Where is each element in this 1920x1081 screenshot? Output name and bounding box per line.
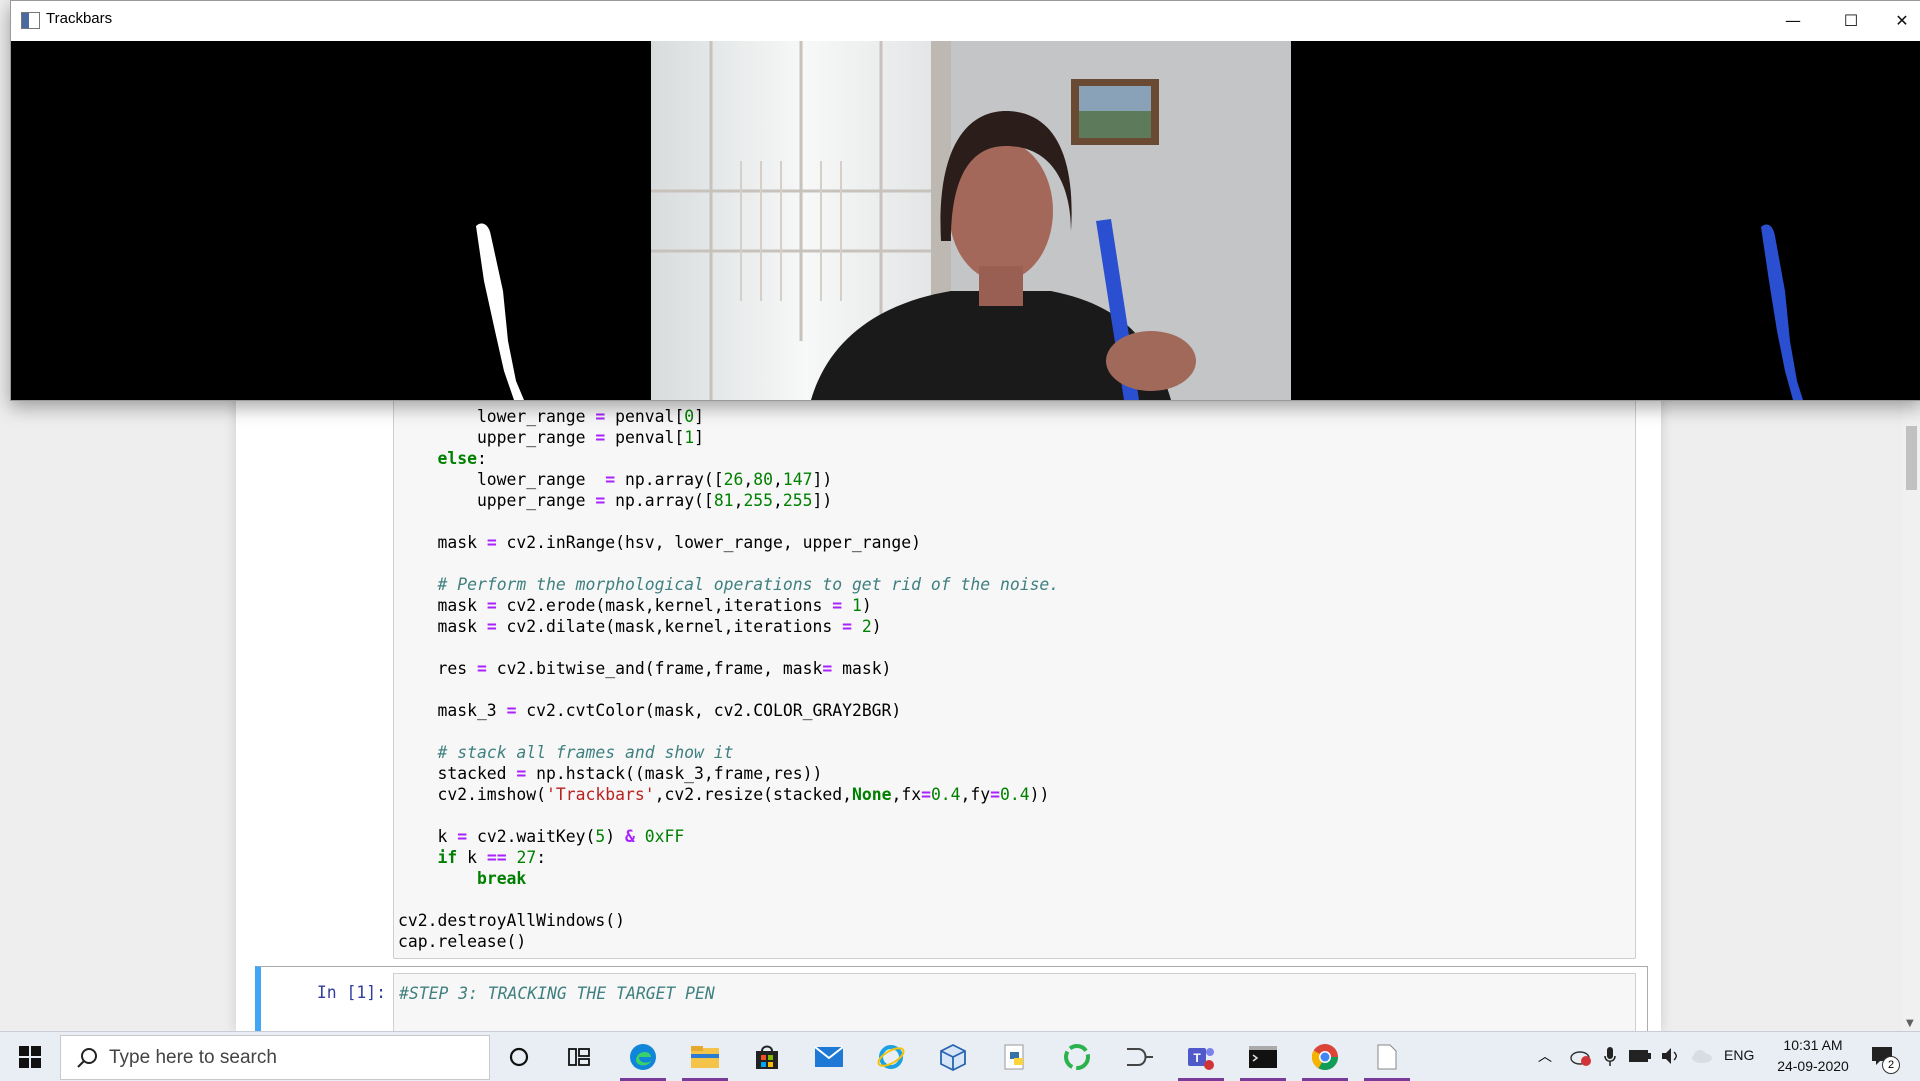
minimize-button[interactable]: — bbox=[1764, 1, 1822, 40]
code-cell-input[interactable]: lower_range = penval[0] upper_range = pe… bbox=[393, 398, 1636, 959]
taskbar-edge[interactable] bbox=[614, 1032, 672, 1081]
svg-text:T: T bbox=[1193, 1051, 1201, 1065]
taskbar-green-app[interactable] bbox=[1048, 1032, 1106, 1081]
code-line: cv2.imshow('Trackbars',cv2.resize(stacke… bbox=[398, 785, 1050, 804]
taskbar-search-box[interactable]: Type here to search bbox=[60, 1035, 490, 1080]
code-line: mask = cv2.inRange(hsv, lower_range, upp… bbox=[398, 533, 922, 552]
taskbar-internet-explorer[interactable] bbox=[862, 1032, 920, 1081]
show-hidden-icons-chevron-icon[interactable]: ︿ bbox=[1538, 1046, 1552, 1066]
camera-panel bbox=[651, 41, 1291, 400]
teams-icon: T bbox=[1188, 1047, 1214, 1070]
code-line: res = cv2.bitwise_and(frame,frame, mask=… bbox=[398, 659, 892, 678]
taskbar-chrome[interactable] bbox=[1296, 1032, 1354, 1081]
terminal-icon bbox=[1249, 1045, 1277, 1068]
python-file-icon bbox=[1004, 1044, 1024, 1069]
code-line: # Perform the morphological operations t… bbox=[437, 575, 1060, 594]
cube-icon bbox=[940, 1043, 966, 1071]
taskbar-store[interactable] bbox=[738, 1032, 796, 1081]
code-line: upper_range = np.array([81,255,255]) bbox=[398, 491, 833, 510]
close-button[interactable]: ✕ bbox=[1873, 1, 1920, 40]
result-pen-shape bbox=[1761, 224, 1803, 400]
folder-icon bbox=[691, 1045, 719, 1068]
blank-file-icon bbox=[1377, 1044, 1397, 1069]
volume-icon[interactable] bbox=[1660, 1046, 1682, 1066]
battery-icon[interactable] bbox=[1628, 1049, 1652, 1063]
result-panel bbox=[1291, 41, 1920, 400]
start-button[interactable] bbox=[0, 1032, 60, 1081]
windows-logo-icon bbox=[19, 1045, 41, 1068]
code-line: mask = cv2.erode(mask,kernel,iterations … bbox=[398, 596, 872, 615]
trackbars-window[interactable]: Trackbars — ☐ ✕ bbox=[10, 0, 1920, 401]
internet-explorer-icon bbox=[877, 1044, 905, 1069]
window-titlebar[interactable]: Trackbars — ☐ ✕ bbox=[11, 1, 1920, 40]
taskbar-terminal[interactable] bbox=[1234, 1032, 1292, 1081]
cloud-error-icon[interactable] bbox=[1570, 1047, 1592, 1067]
windows-taskbar: Type here to search T ︿ ENG 10:31 AM 24-… bbox=[0, 1031, 1920, 1081]
chrome-icon bbox=[1311, 1043, 1339, 1070]
code-line: mask = cv2.dilate(mask,kernel,iterations… bbox=[398, 617, 882, 636]
mask-pen-shape bbox=[476, 223, 524, 400]
search-icon bbox=[77, 1048, 97, 1068]
language-indicator[interactable]: ENG bbox=[1724, 1047, 1754, 1063]
clock-time[interactable]: 10:31 AM bbox=[1770, 1037, 1856, 1053]
clock-date[interactable]: 24-09-2020 bbox=[1770, 1058, 1856, 1074]
minimize-icon: — bbox=[1785, 11, 1801, 30]
vertical-scrollbar[interactable]: ▼ bbox=[1902, 398, 1920, 1031]
taskbar-mail[interactable] bbox=[800, 1032, 858, 1081]
cell-comment-line: #STEP 3: TRACKING THE TARGET PEN bbox=[399, 984, 715, 1003]
taskbar-notepad[interactable] bbox=[1358, 1032, 1416, 1081]
notification-count-badge: 2 bbox=[1882, 1056, 1900, 1074]
code-line: stacked = np.hstack((mask_3,frame,res)) bbox=[398, 764, 823, 783]
green-ring-icon bbox=[1064, 1043, 1090, 1070]
code-line: cv2.destroyAllWindows() bbox=[398, 911, 625, 930]
maximize-icon: ☐ bbox=[1843, 11, 1859, 30]
store-bag-icon bbox=[756, 1045, 778, 1069]
task-view-button[interactable] bbox=[550, 1032, 608, 1081]
taskbar-file-explorer[interactable] bbox=[676, 1032, 734, 1081]
code-line: lower_range = np.array([26,80,147]) bbox=[398, 470, 833, 489]
code-line: mask_3 = cv2.cvtColor(mask, cv2.COLOR_GR… bbox=[398, 701, 902, 720]
scroll-down-arrow-icon[interactable]: ▼ bbox=[1906, 1018, 1914, 1029]
maximize-button[interactable]: ☐ bbox=[1822, 1, 1880, 40]
close-icon: ✕ bbox=[1895, 11, 1909, 30]
onedrive-icon[interactable] bbox=[1690, 1048, 1714, 1064]
webcam-frame-image bbox=[651, 41, 1291, 400]
code-line: lower_range = penval[0] bbox=[398, 407, 704, 426]
search-placeholder: Type here to search bbox=[109, 1047, 277, 1068]
mask-panel bbox=[11, 41, 651, 400]
code-line: upper_range = penval[1] bbox=[398, 428, 704, 447]
cell-prompt: In [1]: bbox=[316, 983, 386, 1002]
taskbar-teams[interactable]: T bbox=[1172, 1032, 1230, 1081]
taskbar-box-app[interactable] bbox=[924, 1032, 982, 1081]
edge-icon bbox=[630, 1043, 656, 1070]
taskbar-gate-app[interactable] bbox=[1110, 1032, 1168, 1081]
code-line: # stack all frames and show it bbox=[437, 743, 734, 762]
code-line: break bbox=[476, 869, 527, 888]
code-line: else: bbox=[437, 449, 487, 468]
scrollbar-thumb[interactable] bbox=[1906, 426, 1917, 490]
code-line: k = cv2.waitKey(5) & 0xFF bbox=[398, 827, 685, 846]
microphone-icon[interactable] bbox=[1603, 1046, 1617, 1068]
code-line: if k == 27: bbox=[437, 848, 547, 867]
window-app-icon bbox=[21, 12, 40, 29]
window-title: Trackbars bbox=[46, 10, 113, 27]
gate-icon bbox=[1127, 1047, 1153, 1066]
task-view-icon bbox=[568, 1047, 590, 1066]
cortana-circle-icon bbox=[509, 1047, 529, 1066]
mail-icon bbox=[814, 1045, 844, 1067]
cortana-button[interactable] bbox=[490, 1032, 548, 1081]
taskbar-python[interactable] bbox=[986, 1032, 1044, 1081]
code-line: cap.release() bbox=[398, 932, 527, 951]
video-canvas bbox=[11, 41, 1920, 400]
